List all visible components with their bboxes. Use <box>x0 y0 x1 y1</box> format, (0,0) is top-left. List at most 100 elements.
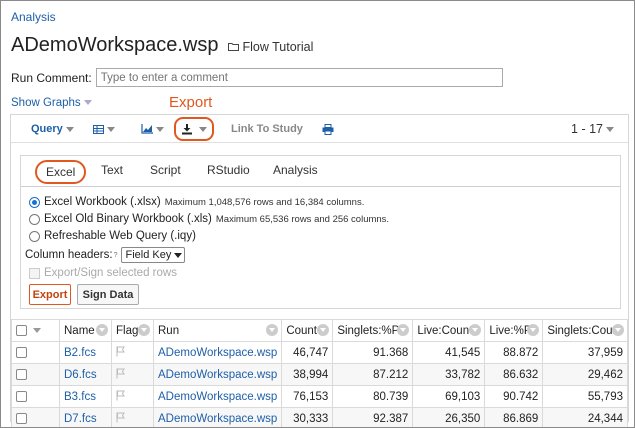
link-to-study-button[interactable]: Link To Study <box>231 115 303 143</box>
column-headers-value: Field Key <box>125 249 172 261</box>
cell-live-count: 33,782 <box>412 363 486 386</box>
results-table: Name Flag Run Count Singlets:%P Live:Cou… <box>11 319 628 427</box>
column-headers-select[interactable]: Field Key <box>121 247 186 263</box>
sign-rows-option: Export/Sign selected rows <box>29 267 177 279</box>
cell-singlets-count: 24,344 <box>542 407 628 427</box>
radio-iqy[interactable] <box>29 230 40 242</box>
cell-run[interactable]: ADemoWorkspace.wsp <box>152 385 283 408</box>
table-row[interactable]: D6.fcs ADemoWorkspace.wsp 38,994 87.212 … <box>11 363 628 386</box>
row-checkbox[interactable] <box>16 368 27 380</box>
flag-icon[interactable] <box>116 368 128 379</box>
radio-xlsx[interactable] <box>29 196 40 208</box>
cell-live-p: 90.742 <box>484 385 544 408</box>
column-menu-icon[interactable] <box>612 324 624 336</box>
flag-icon[interactable] <box>116 346 128 357</box>
tab-rstudio[interactable]: RStudio <box>207 163 250 177</box>
select-all-header[interactable] <box>11 319 60 342</box>
run-link[interactable]: ADemoWorkspace.wsp <box>158 391 277 403</box>
sign-data-button[interactable]: Sign Data <box>77 284 139 305</box>
cell-flag[interactable] <box>111 363 154 386</box>
column-menu-icon[interactable] <box>469 324 482 336</box>
column-menu-icon[interactable] <box>527 324 540 336</box>
download-icon <box>182 123 192 134</box>
row-checkbox[interactable] <box>16 390 27 402</box>
toolbar: Query Link To Study 1 - 17 <box>11 115 628 143</box>
run-link[interactable]: ADemoWorkspace.wsp <box>158 347 277 359</box>
cell-run[interactable]: ADemoWorkspace.wsp <box>152 363 283 386</box>
tab-script[interactable]: Script <box>150 163 181 177</box>
folder-link-label: Flow Tutorial <box>242 39 314 54</box>
column-menu-icon[interactable] <box>138 324 150 336</box>
run-link[interactable]: ADemoWorkspace.wsp <box>158 413 277 425</box>
cell-run[interactable]: ADemoWorkspace.wsp <box>152 407 283 427</box>
show-graphs-toggle[interactable]: Show Graphs <box>11 97 92 109</box>
grid-views-button[interactable] <box>93 115 115 143</box>
cell-name[interactable]: B2.fcs <box>59 341 112 364</box>
option-xlsx[interactable]: Excel Workbook (.xlsx) Maximum 1,048,576… <box>29 196 364 208</box>
cell-flag[interactable] <box>111 341 154 364</box>
cell-singlets-p: 92.387 <box>332 407 414 427</box>
tab-text[interactable]: Text <box>101 163 123 177</box>
col-run[interactable]: Run <box>152 319 283 342</box>
column-menu-icon[interactable] <box>96 324 108 336</box>
charts-button[interactable] <box>141 115 164 143</box>
cell-live-p: 88.872 <box>484 341 544 364</box>
col-singlets-count[interactable]: Singlets:Count <box>542 319 628 342</box>
folder-icon <box>228 43 240 51</box>
cell-flag[interactable] <box>111 385 154 408</box>
print-icon <box>322 123 334 135</box>
export-button[interactable] <box>174 117 214 141</box>
chevron-down-icon <box>65 126 74 132</box>
flag-icon[interactable] <box>116 412 128 423</box>
breadcrumb[interactable]: Analysis <box>11 10 56 24</box>
pagination-menu[interactable]: 1 - 17 <box>571 115 614 143</box>
name-link[interactable]: B2.fcs <box>64 347 96 359</box>
table-row[interactable]: B3.fcs ADemoWorkspace.wsp 76,153 80.739 … <box>11 385 628 408</box>
pagination-label: 1 - 17 <box>571 122 603 136</box>
print-button[interactable] <box>322 115 334 143</box>
column-menu-icon[interactable] <box>266 324 279 336</box>
cell-run[interactable]: ADemoWorkspace.wsp <box>152 341 283 364</box>
tab-analysis[interactable]: Analysis <box>273 163 318 177</box>
table-row[interactable]: B2.fcs ADemoWorkspace.wsp 46,747 91.368 … <box>11 341 628 364</box>
option-iqy[interactable]: Refreshable Web Query (.iqy) <box>29 230 196 242</box>
query-menu-button[interactable]: Query <box>31 115 74 143</box>
cell-name[interactable]: B3.fcs <box>59 385 112 408</box>
folder-link[interactable]: Flow Tutorial <box>228 40 313 54</box>
col-live-p[interactable]: Live:%P <box>484 319 544 342</box>
name-link[interactable]: D6.fcs <box>64 369 97 381</box>
run-comment-label: Run Comment: <box>11 70 92 85</box>
cell-flag[interactable] <box>111 407 154 427</box>
run-link[interactable]: ADemoWorkspace.wsp <box>158 369 277 381</box>
column-headers-row: Column headers:? Field Key <box>25 247 186 263</box>
chevron-down-icon <box>83 100 92 106</box>
chevron-down-icon[interactable] <box>33 327 41 333</box>
table-row[interactable]: D7.fcs ADemoWorkspace.wsp 30,333 92.387 … <box>11 407 628 427</box>
name-link[interactable]: D7.fcs <box>64 413 97 425</box>
select-all-checkbox[interactable] <box>16 324 27 336</box>
column-menu-icon[interactable] <box>317 324 330 336</box>
radio-xls[interactable] <box>29 213 40 225</box>
row-checkbox[interactable] <box>16 346 27 358</box>
col-name[interactable]: Name <box>59 319 112 342</box>
run-comment-input[interactable] <box>95 68 503 87</box>
cell-count: 76,153 <box>281 385 334 408</box>
col-count[interactable]: Count <box>281 319 334 342</box>
col-singlets-p[interactable]: Singlets:%P <box>332 319 414 342</box>
tab-excel[interactable]: Excel <box>35 160 87 184</box>
name-link[interactable]: B3.fcs <box>64 391 96 403</box>
page-title: ADemoWorkspace.wsp <box>11 34 219 56</box>
title-row: ADemoWorkspace.wsp Flow Tutorial <box>11 34 313 57</box>
help-icon[interactable]: ? <box>114 252 118 259</box>
app-frame: Analysis ADemoWorkspace.wsp Flow Tutoria… <box>0 0 635 428</box>
column-menu-icon[interactable] <box>397 324 410 336</box>
option-xls[interactable]: Excel Old Binary Workbook (.xls) Maximum… <box>29 213 389 225</box>
row-checkbox[interactable] <box>16 412 27 424</box>
cell-name[interactable]: D7.fcs <box>59 407 112 427</box>
col-flag[interactable]: Flag <box>111 319 154 342</box>
col-live-count[interactable]: Live:Count <box>412 319 486 342</box>
cell-name[interactable]: D6.fcs <box>59 363 112 386</box>
flag-icon[interactable] <box>116 390 128 401</box>
col-singlets-count-label: Singlets:Count <box>547 324 623 337</box>
export-submit-button[interactable]: Export <box>29 284 71 305</box>
